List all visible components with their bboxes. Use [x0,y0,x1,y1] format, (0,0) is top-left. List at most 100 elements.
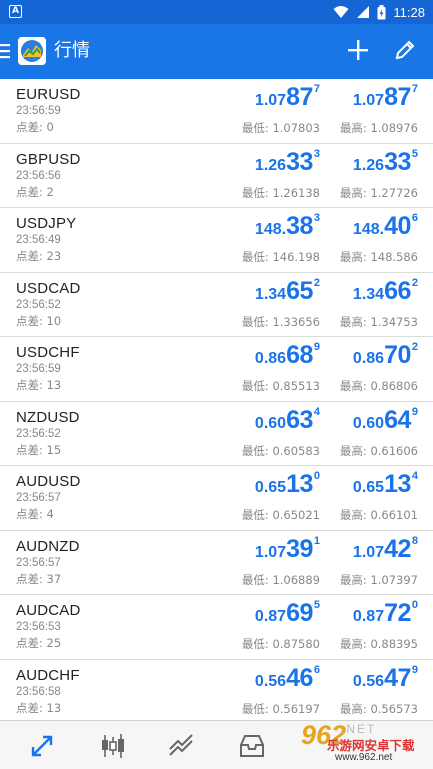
high-label: 最高: [339,508,367,522]
quote-row-nzdusd[interactable]: NZDUSD 23:56:52 点差: 15 0.60634 0.60649 最低: 0.… [0,402,433,466]
ask-pips: 13 [384,470,411,498]
quote-time: 23:56:56 [16,169,61,182]
ask-fraction: 0 [411,599,418,611]
status-bar: A 11:28 [0,0,433,24]
low-price: 最低: 0.87580 [242,636,320,652]
bid-prefix: 0.60 [254,414,287,432]
spread: 点差: 4 [16,506,54,522]
quote-row-usdchf[interactable]: USDCHF 23:56:59 点差: 13 0.86689 0.86702 最低: 0.… [0,337,433,402]
quote-row-usdjpy[interactable]: USDJPY 23:56:49 点差: 23 148.383 148.406 最低: 14… [0,208,433,273]
watermark: 962 .NET 乐游网安卓下载 www.962.net [299,720,427,769]
ask-fraction: 7 [411,83,418,95]
ask-price[interactable]: 1.07428 [353,535,418,567]
spread: 点差: 25 [16,635,61,651]
high-price: 最高: 0.61606 [340,443,418,459]
quote-row-audcad[interactable]: AUDCAD 23:56:53 点差: 25 0.87695 0.87720 最低: 0.… [0,595,433,660]
high-label: 最高: [339,379,367,393]
bid-prefix: 0.86 [254,350,287,367]
low-value: 0.85513 [272,379,320,393]
high-label: 最高: [339,701,367,716]
quote-row-usdcad[interactable]: USDCAD 23:56:52 点差: 10 1.34652 1.34662 最低: 1.… [0,273,433,337]
add-symbol-button[interactable] [346,38,370,62]
quote-time: 23:56:49 [16,234,61,246]
bid-price[interactable]: 0.60634 [255,406,320,438]
bid-fraction: 6 [313,663,320,676]
bid-price[interactable]: 0.87695 [255,599,320,631]
hamburger-menu-icon[interactable] [0,40,12,62]
ask-prefix: 1.34 [352,285,385,303]
quote-row-audchf[interactable]: AUDCHF 23:56:58 点差: 13 0.56466 0.56479 最低: 0.… [0,660,433,724]
app-logo-icon [18,37,46,65]
status-time: 11:28 [393,4,425,20]
high-price: 最高: 0.66101 [340,507,418,523]
spread: 点差: 13 [16,377,61,393]
high-price: 最高: 0.88395 [340,636,418,652]
ask-pips: 40 [384,212,411,240]
ask-prefix: 1.26 [352,156,385,174]
bid-pips: 65 [286,276,313,305]
history-tab-icon[interactable] [237,731,267,761]
high-value: 1.08976 [370,121,418,135]
bid-prefix: 0.56 [254,672,287,690]
spread-label: 点差: [16,442,43,457]
symbol-name: USDCHF [16,344,80,361]
ask-price[interactable]: 0.56479 [353,664,418,696]
bid-price[interactable]: 0.86689 [255,341,320,373]
ask-price[interactable]: 1.26335 [353,148,418,180]
bid-fraction: 1 [313,534,320,547]
spread: 点差: 15 [16,442,61,458]
page-title: 行情 [54,40,90,61]
ask-pips: 72 [384,599,411,627]
ask-fraction: 9 [411,405,418,418]
high-label: 最高: [339,572,367,587]
bid-price[interactable]: 1.26333 [255,148,320,180]
ask-pips: 87 [384,83,411,111]
low-value: 1.26138 [272,185,320,200]
bid-price[interactable]: 1.07391 [255,535,320,567]
ask-price[interactable]: 0.86702 [353,341,418,373]
low-label: 最低: [241,379,269,393]
bid-price[interactable]: 0.65130 [255,470,320,502]
bid-pips: 87 [286,83,313,111]
high-label: 最高: [339,443,367,458]
quote-time: 23:56:57 [16,556,61,569]
bid-price[interactable]: 1.07877 [255,83,320,115]
low-label: 最低: [241,314,269,329]
ask-fraction: 2 [411,341,418,353]
bid-price[interactable]: 0.56466 [255,664,320,696]
ask-prefix: 148. [352,221,385,238]
ask-fraction: 6 [411,212,418,224]
ask-price[interactable]: 1.07877 [353,83,418,115]
quote-row-eurusd[interactable]: EURUSD 23:56:59 点差: 0 1.07877 1.07877 最低: 1.0… [0,79,433,144]
bid-pips: 63 [286,405,313,434]
high-value: 1.07397 [370,572,418,587]
ask-price[interactable]: 0.60649 [353,406,418,438]
ask-price[interactable]: 148.406 [353,212,418,244]
trade-tab-icon[interactable] [166,731,196,761]
chart-tab-icon[interactable] [98,731,128,761]
bid-prefix: 1.07 [254,92,287,109]
bid-pips: 68 [286,341,313,369]
ask-price[interactable]: 0.65134 [353,470,418,502]
bid-price[interactable]: 148.383 [255,212,320,244]
quote-row-audusd[interactable]: AUDUSD 23:56:57 点差: 4 0.65130 0.65134 最低: 0.6… [0,466,433,531]
edit-button[interactable] [393,38,417,62]
high-value: 0.88395 [370,637,418,651]
quote-row-audnzd[interactable]: AUDNZD 23:56:57 点差: 37 1.07391 1.07428 最低: 1.… [0,531,433,595]
low-label: 最低: [241,508,269,522]
spread-value: 23 [46,249,62,263]
ask-price[interactable]: 0.87720 [353,599,418,631]
quote-row-gbpusd[interactable]: GBPUSD 23:56:56 点差: 2 1.26333 1.26335 最低: 1.2… [0,144,433,208]
spread-label: 点差: [16,313,43,328]
low-price: 最低: 1.33656 [242,314,320,330]
bid-pips: 46 [286,663,313,692]
low-value: 0.65021 [272,508,320,522]
high-price: 最高: 0.56573 [340,701,418,717]
quotes-tab-icon[interactable] [27,731,57,761]
spread-value: 13 [46,378,62,392]
high-value: 0.66101 [370,508,418,522]
low-label: 最低: [241,185,269,200]
ask-price[interactable]: 1.34662 [353,277,418,309]
bid-fraction: 9 [313,341,320,353]
bid-price[interactable]: 1.34652 [255,277,320,309]
